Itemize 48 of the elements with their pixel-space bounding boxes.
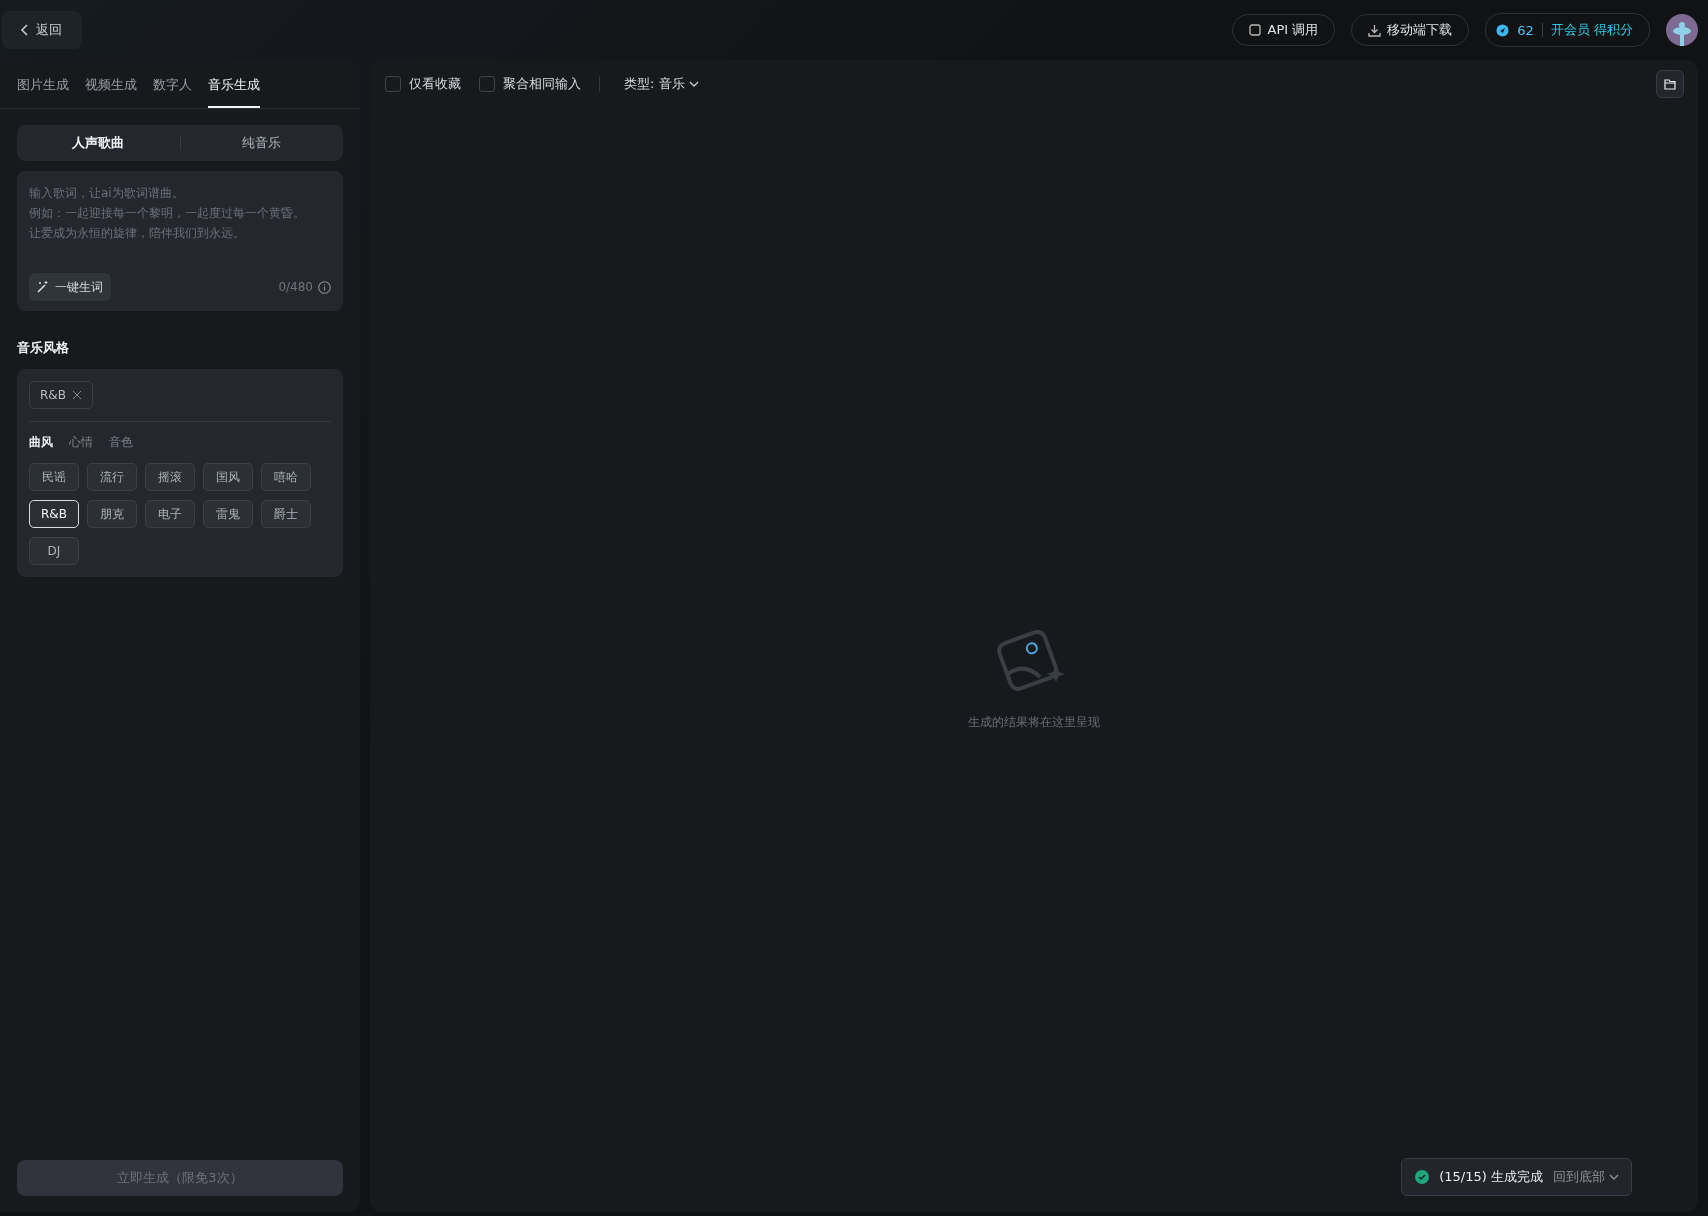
- folder-button[interactable]: [1656, 70, 1684, 98]
- folder-icon: [1664, 78, 1676, 90]
- filter-checkbox[interactable]: 仅看收藏: [385, 75, 461, 93]
- avatar-icon[interactable]: [1666, 14, 1698, 46]
- frame-icon: [1248, 23, 1262, 37]
- info-icon[interactable]: [318, 280, 331, 294]
- back-button[interactable]: 返回: [2, 11, 82, 49]
- auto-lyrics-button[interactable]: 一键生词: [29, 273, 111, 301]
- check-circle-icon: [1415, 1170, 1430, 1184]
- vip-link[interactable]: 开会员 得积分: [1550, 21, 1633, 39]
- chevron-down-icon: [688, 81, 699, 87]
- genre-chip[interactable]: 嘻哈: [261, 463, 311, 491]
- genre-chip[interactable]: 雷鬼: [203, 500, 253, 528]
- genre-chip[interactable]: DJ: [29, 537, 79, 565]
- genre-chip[interactable]: 朋克: [87, 500, 137, 528]
- scroll-bottom-link[interactable]: 回到底部: [1553, 1168, 1619, 1186]
- tab[interactable]: 图片生成: [17, 64, 69, 108]
- category-tab[interactable]: 心情: [69, 434, 93, 451]
- chevron-left-icon: [20, 24, 30, 36]
- filter-checkbox[interactable]: 聚合相同输入: [479, 75, 581, 93]
- genre-chip[interactable]: 流行: [87, 463, 137, 491]
- mode-option[interactable]: 纯音乐: [180, 133, 343, 153]
- type-dropdown[interactable]: 类型: 音乐: [618, 74, 705, 94]
- genre-chip[interactable]: 民谣: [29, 463, 79, 491]
- char-counter: 0/480: [278, 280, 313, 294]
- empty-message: 生成的结果将在这里呈现: [968, 713, 1100, 731]
- category-tab[interactable]: 音色: [109, 434, 133, 451]
- tab[interactable]: 视频生成: [85, 64, 137, 108]
- points-count: 62: [1517, 22, 1534, 38]
- toast-message: (15/15) 生成完成: [1439, 1168, 1543, 1186]
- selected-tag: R&B: [29, 381, 93, 409]
- section-heading: 音乐风格: [17, 339, 70, 357]
- mode-option[interactable]: 人声歌曲: [17, 133, 180, 153]
- genre-chip[interactable]: 电子: [145, 500, 195, 528]
- chevron-down-icon: [1609, 1174, 1619, 1180]
- close-icon[interactable]: [71, 390, 82, 400]
- tab[interactable]: 数字人: [153, 64, 192, 108]
- checkbox[interactable]: [385, 76, 401, 92]
- genre-chip[interactable]: 爵士: [261, 500, 311, 528]
- category-tab[interactable]: 曲风: [29, 434, 53, 451]
- genre-chip[interactable]: 国风: [203, 463, 253, 491]
- tab[interactable]: 音乐生成: [208, 64, 260, 108]
- magic-wand-icon: [37, 281, 49, 293]
- checkbox[interactable]: [479, 76, 495, 92]
- genre-chip[interactable]: 摇滚: [145, 463, 195, 491]
- genre-chip[interactable]: R&B: [29, 500, 79, 528]
- download-icon: [1368, 23, 1382, 37]
- coin-icon: [1496, 23, 1510, 37]
